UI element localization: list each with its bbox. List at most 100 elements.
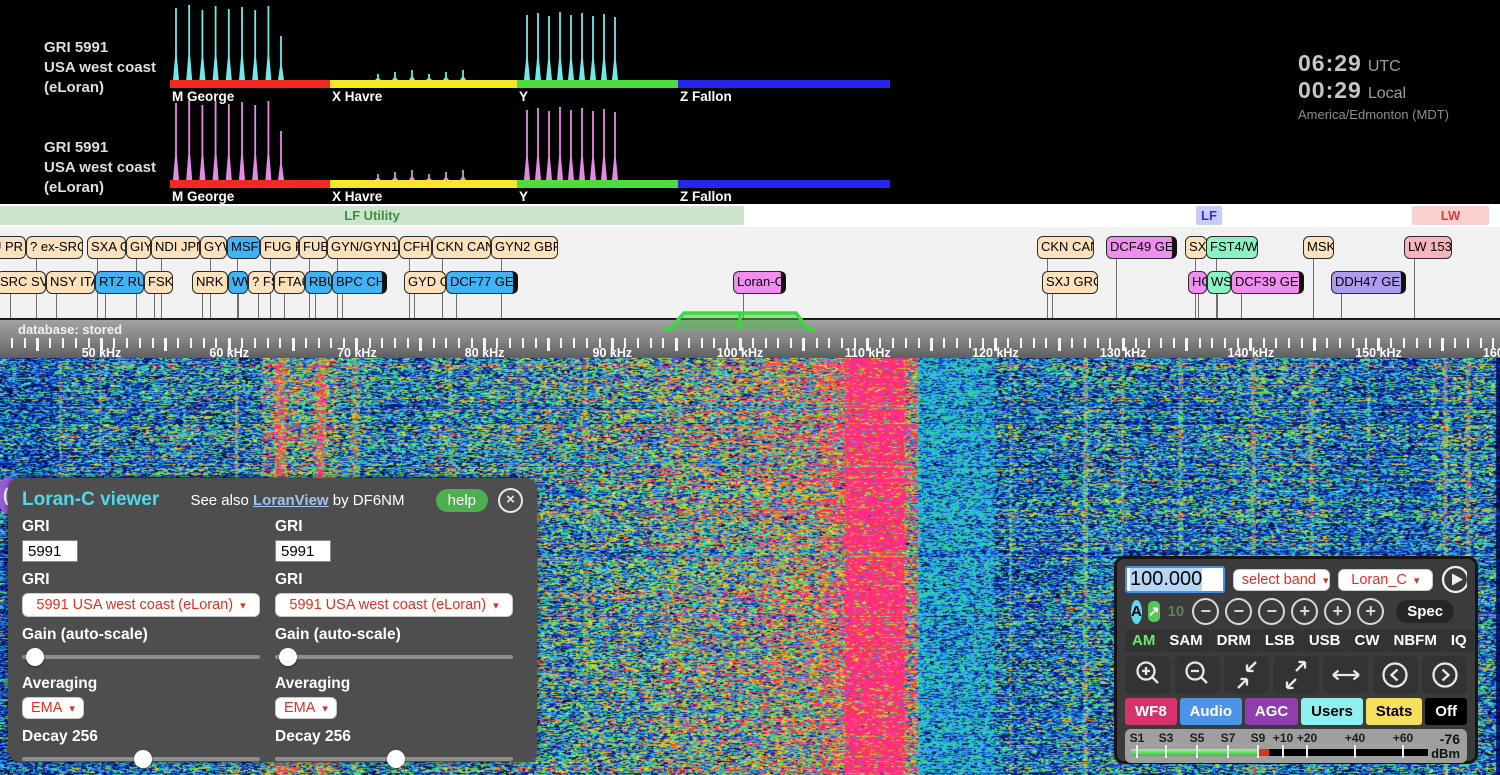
waterfall-snap-icon[interactable]: ↗: [1148, 601, 1160, 622]
band-label-lf[interactable]: LF: [1196, 206, 1222, 225]
passband-indicator[interactable]: [655, 306, 820, 334]
scale-label-50: 50 kHz: [82, 346, 122, 358]
panel-button-audio[interactable]: Audio: [1180, 698, 1243, 725]
station-label[interactable]: DCF49 GER: [1106, 236, 1177, 259]
station-connector-line: [284, 293, 285, 318]
station-label[interactable]: SXA G: [87, 236, 126, 259]
station-label[interactable]: NRK: [192, 271, 228, 294]
station-label[interactable]: DCF77 GER: [446, 271, 518, 294]
mode-button-am[interactable]: AM: [1125, 629, 1162, 652]
gri-input[interactable]: [22, 540, 78, 562]
scale-tick: [1160, 338, 1162, 348]
band-label-lw[interactable]: LW: [1412, 206, 1489, 225]
panel-button-wf8[interactable]: WF8: [1125, 698, 1177, 725]
station-label[interactable]: MSK: [1303, 236, 1334, 259]
gri-input[interactable]: [275, 540, 331, 562]
station-label[interactable]: NDI JPN: [151, 236, 200, 259]
station-connector-line: [1217, 293, 1218, 318]
mode-button-usb[interactable]: USB: [1302, 629, 1348, 652]
panel-button-stats[interactable]: Stats: [1366, 698, 1423, 725]
play-button[interactable]: [1441, 565, 1467, 594]
station-label[interactable]: GYD G: [404, 271, 446, 294]
help-button[interactable]: help: [436, 489, 488, 512]
mode-button-iq[interactable]: IQ: [1444, 629, 1474, 652]
scale-label-100: 100 kHz: [717, 346, 764, 358]
mode-button-nbfm[interactable]: NBFM: [1387, 629, 1444, 652]
station-label[interactable]: GYN2 GBR: [491, 236, 558, 259]
gain-slider[interactable]: [275, 648, 513, 666]
band-select[interactable]: select band▾: [1233, 569, 1330, 591]
zoom-in-icon[interactable]: +: [1324, 598, 1351, 625]
station-label[interactable]: SXJ GRC: [1042, 271, 1098, 294]
band-label-lf-utility[interactable]: LF Utility: [0, 206, 744, 225]
zoom-in-icon[interactable]: +: [1357, 598, 1384, 625]
scale-tick: [62, 338, 64, 348]
station-label[interactable]: FSK: [144, 271, 173, 294]
station-label[interactable]: Loran-C: [733, 271, 786, 294]
station-label[interactable]: HG: [1188, 271, 1207, 294]
close-icon[interactable]: ×: [498, 488, 523, 513]
scale-tick: [969, 338, 971, 348]
station-label[interactable]: WSI: [1207, 271, 1231, 294]
s-meter-scale-label: +10: [1273, 731, 1293, 745]
zoom-out-icon[interactable]: −: [1258, 598, 1285, 625]
station-label[interactable]: WW: [228, 271, 248, 294]
station-label[interactable]: CKN CAN: [432, 236, 491, 259]
station-label[interactable]: DDH47 GER: [1331, 271, 1406, 294]
mode-button-lsb[interactable]: LSB: [1258, 629, 1302, 652]
passband-shift-icon[interactable]: [1323, 656, 1368, 694]
mode-button-drm[interactable]: DRM: [1210, 629, 1258, 652]
averaging-select[interactable]: EMA▾: [22, 697, 84, 719]
autoscale-button[interactable]: A: [1131, 600, 1142, 624]
station-label[interactable]: NSY ITA: [46, 271, 95, 294]
page-left-button[interactable]: [1373, 656, 1418, 694]
decay-slider[interactable]: [275, 750, 513, 768]
zoom-in-button[interactable]: [1125, 656, 1170, 694]
loranview-link[interactable]: LoranView: [253, 492, 329, 509]
station-label[interactable]: BPC CHN: [332, 271, 387, 294]
gri-select[interactable]: 5991 USA west coast (eLoran)▾: [22, 593, 260, 617]
gain-slider[interactable]: [22, 648, 260, 666]
mode-button-cw[interactable]: CW: [1348, 629, 1387, 652]
station-label[interactable]: ? ex-SRC: [26, 236, 83, 259]
station-label[interactable]: FTA6: [274, 271, 305, 294]
station-label[interactable]: FST4/W: [1206, 236, 1258, 259]
station-label[interactable]: DCF39 GER: [1231, 271, 1304, 294]
preset-select[interactable]: Loran_C▾: [1338, 569, 1433, 591]
station-label[interactable]: GIY: [126, 236, 151, 259]
averaging-select[interactable]: EMA▾: [275, 697, 337, 719]
zoom-in-icon[interactable]: +: [1291, 598, 1318, 625]
station-label[interactable]: SRC SV: [0, 271, 46, 294]
mode-button-sam[interactable]: SAM: [1162, 629, 1209, 652]
zoom-out-button[interactable]: [1175, 656, 1220, 694]
station-label[interactable]: LW 153: [1404, 236, 1452, 259]
decay-slider[interactable]: [22, 750, 260, 768]
panel-button-users[interactable]: Users: [1301, 698, 1363, 725]
station-label[interactable]: U PR: [0, 236, 26, 259]
station-label[interactable]: RBU: [305, 271, 332, 294]
scale-tick: [1020, 338, 1022, 348]
station-label[interactable]: RTZ RUS: [95, 271, 144, 294]
panel-button-agc[interactable]: AGC: [1245, 698, 1298, 725]
gri-select[interactable]: 5991 USA west coast (eLoran)▾: [275, 593, 513, 617]
zoom-max-out-icon[interactable]: [1274, 656, 1319, 694]
station-label[interactable]: SXV: [1185, 236, 1207, 259]
timezone-label: America/Edmonton (MDT): [1298, 107, 1493, 122]
station-label[interactable]: FUE: [299, 236, 327, 259]
station-label[interactable]: MSF: [227, 236, 260, 259]
panel-button-off[interactable]: Off: [1425, 698, 1467, 725]
spectrum-button[interactable]: Spec: [1396, 600, 1454, 623]
zoom-to-band-icon[interactable]: [1224, 656, 1269, 694]
station-label[interactable]: FUG FR: [260, 236, 299, 259]
station-label[interactable]: GYW: [200, 236, 227, 259]
frequency-input[interactable]: 100.000: [1125, 566, 1225, 593]
station-label[interactable]: CFH (: [399, 236, 432, 259]
station-label[interactable]: CKN CAN: [1037, 236, 1094, 259]
page-right-button[interactable]: [1422, 656, 1467, 694]
scale-tick: [1301, 338, 1303, 348]
zoom-out-icon[interactable]: −: [1192, 598, 1219, 625]
zoom-out-icon[interactable]: −: [1225, 598, 1252, 625]
station-label[interactable]: GYN/GYN1 (: [327, 236, 399, 259]
station-label[interactable]: ? FS: [248, 271, 274, 294]
station-connector-line: [1116, 258, 1117, 318]
